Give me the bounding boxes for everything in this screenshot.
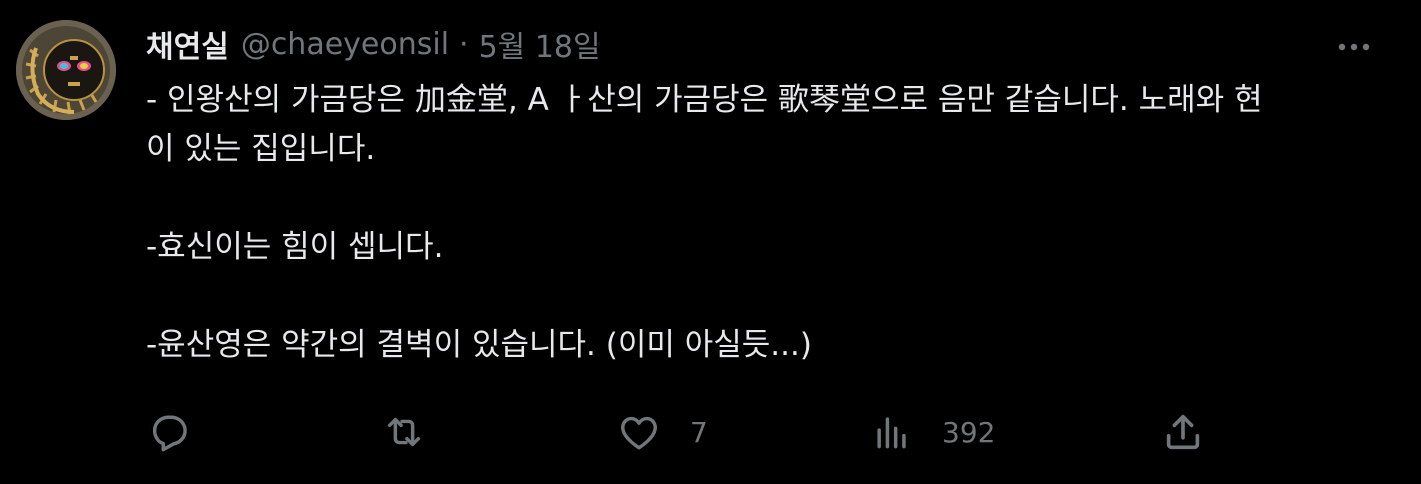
- tweet-line-blank: [146, 174, 1396, 223]
- share-button[interactable]: [1160, 406, 1206, 458]
- avatar[interactable]: [16, 20, 116, 120]
- retweet-button[interactable]: [380, 406, 456, 458]
- tweet-header: 채연실 @chaeyeonsil · 5월 18일: [146, 20, 601, 68]
- like-button[interactable]: 7: [616, 406, 708, 458]
- more-options-button[interactable]: [1330, 28, 1378, 64]
- share-icon: [1160, 409, 1206, 455]
- tweet-line: -효신이는 힘이 셉니다.: [146, 229, 444, 265]
- like-count: 7: [690, 415, 708, 449]
- reply-button[interactable]: [146, 406, 192, 458]
- tweet-line-blank: [146, 272, 1396, 321]
- tweet-line: - 인왕산의 가금당은 加金堂, A ㅏ산의 가금당은 歌琴堂으로 음만 같습니…: [146, 82, 1263, 118]
- action-bar: 7 392: [146, 406, 1216, 458]
- views-button[interactable]: 392: [870, 406, 995, 458]
- tweet-text: - 인왕산의 가금당은 加金堂, A ㅏ산의 가금당은 歌琴堂으로 음만 같습니…: [146, 76, 1396, 370]
- reply-icon: [146, 409, 192, 455]
- more-dots-icon: [1336, 37, 1372, 56]
- tweet-date[interactable]: 5월 18일: [479, 22, 601, 66]
- tweet-line: -윤산영은 약간의 결벽이 있습니다. (이미 아실듯...): [146, 327, 812, 363]
- tweet-line: 이 있는 집입니다.: [146, 131, 376, 167]
- view-count: 392: [942, 415, 996, 449]
- separator: ·: [459, 26, 469, 62]
- heart-icon: [616, 409, 662, 455]
- retweet-icon: [380, 409, 428, 455]
- analytics-icon: [870, 409, 914, 455]
- user-handle[interactable]: @chaeyeonsil: [241, 27, 449, 62]
- display-name[interactable]: 채연실: [146, 22, 229, 66]
- tweet[interactable]: 채연실 @chaeyeonsil · 5월 18일 - 인왕산의 가금당은 加金…: [0, 0, 1421, 484]
